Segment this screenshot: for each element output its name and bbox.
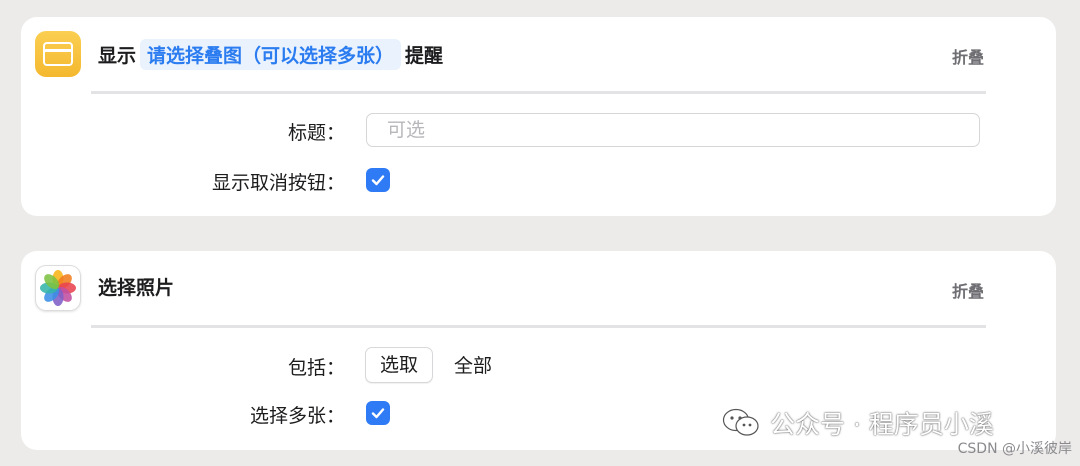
watermark-text: 公众号 · 程序员小溪 bbox=[770, 410, 994, 439]
credit-text: CSDN @小溪彼岸 bbox=[957, 441, 1072, 457]
include-label: 包括： bbox=[287, 356, 345, 379]
watermark: 公众号 · 程序员小溪 bbox=[722, 405, 994, 441]
collapse-button[interactable]: 折叠 bbox=[952, 44, 984, 68]
title-input[interactable]: 可选 bbox=[366, 113, 980, 147]
include-value[interactable]: 全部 bbox=[454, 348, 492, 384]
title-label: 标题： bbox=[287, 121, 345, 144]
include-row: 包括： 选取 全部 bbox=[21, 347, 1056, 384]
photos-action-title: 选择照片 bbox=[98, 277, 175, 299]
checkmark-icon bbox=[371, 408, 385, 419]
alert-title-prefix: 显示 bbox=[98, 45, 137, 67]
show-cancel-label: 显示取消按钮： bbox=[211, 171, 345, 194]
collapse-button[interactable]: 折叠 bbox=[952, 278, 984, 302]
show-cancel-checkbox[interactable] bbox=[366, 168, 390, 192]
wechat-icon bbox=[722, 408, 759, 436]
alert-title-suffix: 提醒 bbox=[405, 45, 444, 67]
divider bbox=[91, 91, 986, 94]
divider bbox=[91, 325, 986, 328]
include-select-button[interactable]: 选取 bbox=[365, 347, 434, 383]
select-multiple-checkbox[interactable] bbox=[366, 401, 390, 425]
variable-token[interactable]: 请选择叠图（可以选择多张） bbox=[140, 39, 402, 70]
alert-action-title: 显示 请选择叠图（可以选择多张） 提醒 bbox=[98, 39, 443, 70]
alert-window-icon bbox=[35, 31, 81, 77]
show-cancel-row: 显示取消按钮： bbox=[21, 163, 1056, 199]
title-row: 标题： 可选 bbox=[21, 113, 1056, 149]
photos-icon bbox=[35, 265, 81, 311]
select-multiple-label: 选择多张： bbox=[249, 404, 345, 427]
alert-action-card: 显示 请选择叠图（可以选择多张） 提醒 折叠 标题： 可选 显示取消按钮： bbox=[21, 17, 1056, 216]
checkmark-icon bbox=[371, 175, 385, 186]
